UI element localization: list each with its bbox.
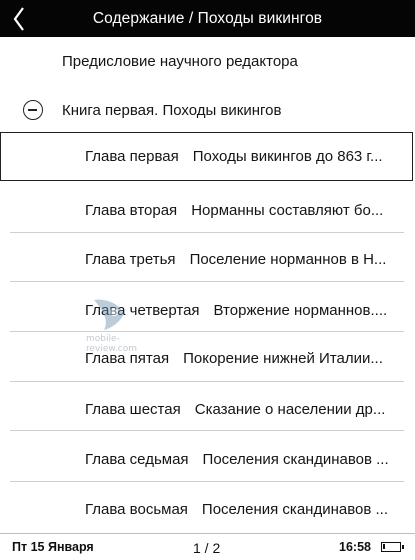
- page-indicator[interactable]: 1 / 2: [193, 540, 220, 556]
- toc-item-preface[interactable]: Предисловие научного редактора: [62, 48, 407, 74]
- chapter-title: Походы викингов до 863 г...: [192, 148, 383, 165]
- chapter-number: Глава первая: [85, 148, 179, 165]
- clock: 16:58: [339, 540, 371, 554]
- chapter-number: Глава третья: [85, 251, 176, 268]
- toc-item-label: Предисловие научного редактора: [62, 52, 298, 70]
- chapter-number: Глава шестая: [85, 401, 181, 418]
- divider: [10, 281, 404, 282]
- divider: [10, 232, 404, 233]
- toc-chapter-7[interactable]: Глава седьмая Поселения скандинавов ...: [85, 451, 390, 468]
- divider: [10, 381, 404, 382]
- chapter-number: Глава восьмая: [85, 501, 188, 518]
- page-title: Содержание / Походы викингов: [92, 9, 323, 27]
- chapter-title: Поселения скандинавов ...: [202, 451, 389, 468]
- toc-chapter-3[interactable]: Глава третья Поселение норманнов в Н...: [85, 251, 390, 268]
- toc-item-label: Книга первая. Походы викингов: [62, 101, 282, 119]
- divider: [10, 430, 404, 431]
- chapter-title: Вторжение норманнов....: [213, 302, 388, 319]
- toc-item-book[interactable]: Книга первая. Походы викингов: [0, 97, 415, 123]
- battery-icon: [381, 542, 404, 552]
- chapter-title: Норманны составляют бо...: [191, 202, 384, 219]
- watermark-text: mobile-review.com: [86, 334, 138, 354]
- toc-chapter-6[interactable]: Глава шестая Сказание о населении др...: [85, 401, 390, 418]
- collapse-minus-icon[interactable]: [23, 100, 43, 120]
- watermark: mobile-review.com: [86, 296, 166, 356]
- chevron-left-icon: [13, 7, 24, 31]
- chapter-number: Глава вторая: [85, 202, 178, 219]
- divider: [10, 331, 404, 332]
- toc-chapter-2[interactable]: Глава вторая Норманны составляют бо...: [85, 202, 390, 219]
- chapter-title: Сказание о населении др...: [194, 401, 386, 418]
- chapter-title: Поселения скандинавов ...: [201, 501, 388, 518]
- date-label: Пт 15 Января: [12, 540, 94, 554]
- chapter-title: Поселение норманнов в Н...: [189, 251, 387, 268]
- toolbar: Содержание / Походы викингов: [0, 0, 415, 37]
- toc-chapter-8[interactable]: Глава восьмая Поселения скандинавов ...: [85, 501, 390, 518]
- toc-chapter-1[interactable]: Глава первая Походы викингов до 863 г...: [85, 148, 390, 165]
- divider: [10, 481, 404, 482]
- chapter-number: Глава седьмая: [85, 451, 189, 468]
- status-bar: Пт 15 Января 1 / 2 16:58: [0, 534, 415, 560]
- back-button[interactable]: [6, 4, 32, 34]
- chapter-title: Покорение нижней Италии...: [183, 350, 383, 367]
- watermark-logo-icon: [94, 299, 124, 330]
